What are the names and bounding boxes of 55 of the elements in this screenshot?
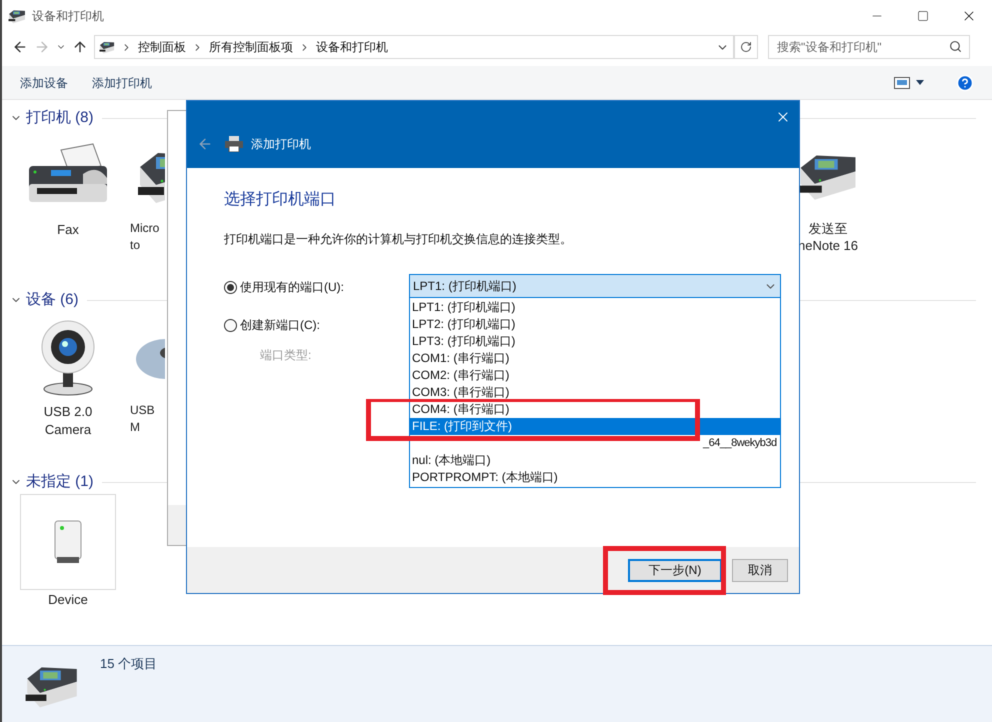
port-option[interactable]: COM4: (串行端口) [410, 401, 780, 418]
port-option[interactable]: COM3: (串行端口) [410, 384, 780, 401]
item-label: 发送至 [808, 220, 848, 237]
device-tile[interactable] [20, 494, 116, 590]
dialog-title: 添加打印机 [251, 136, 311, 153]
dialog-description: 打印机端口是一种允许你的计算机与打印机交换信息的连接类型。 [224, 231, 573, 248]
port-option[interactable]: LPT1: (打印机端口) [410, 299, 780, 316]
port-option[interactable]: COM2: (串行端口) [410, 367, 780, 384]
dialog-heading: 选择打印机端口 [224, 190, 337, 210]
printer-icon [225, 136, 243, 152]
refresh-button[interactable] [734, 35, 758, 59]
radio-button[interactable] [224, 318, 237, 332]
port-select[interactable]: LPT1: (打印机端口) [409, 274, 781, 298]
port-option[interactable]: LPT3: (打印机端口) [410, 333, 780, 350]
item-label: USB 2.0 [44, 403, 92, 420]
item-label: M [130, 419, 141, 436]
breadcrumb[interactable]: 设备和打印机 [316, 38, 388, 56]
group-header[interactable]: 设备 (6) [26, 288, 78, 312]
breadcrumb[interactable]: 所有控制面板项 [209, 38, 293, 56]
help-icon[interactable] [956, 74, 974, 92]
printer-icon [8, 8, 26, 24]
radio-button[interactable] [224, 280, 237, 294]
radio-label[interactable]: 创建新端口(C): [240, 316, 320, 334]
radio-label[interactable]: 使用现有的端口(U): [240, 278, 344, 296]
search-icon [949, 40, 962, 53]
back-icon[interactable] [12, 39, 28, 55]
up-icon[interactable] [72, 39, 88, 55]
port-type-label: 端口类型: [260, 347, 312, 364]
item-count: 15 个项目 [100, 655, 158, 673]
toolbar-button[interactable]: 添加设备 [20, 74, 68, 92]
dialog-button[interactable]: 下一步(N) [628, 558, 722, 582]
port-option[interactable]: PORTPROMPT: (本地端口) [410, 469, 780, 486]
port-option[interactable]: LPT2: (打印机端口) [410, 316, 780, 333]
view-icon[interactable] [894, 76, 910, 88]
item-label: Device [48, 591, 88, 608]
group-header[interactable]: 打印机 (8) [26, 106, 94, 130]
caret-icon[interactable] [916, 80, 924, 85]
group-header[interactable]: 未指定 (1) [26, 470, 94, 494]
printer-icon [99, 40, 115, 54]
search-field[interactable]: 搜索"设备和打印机" [768, 35, 970, 59]
address-bar[interactable]: 控制面板 所有控制面板项 设备和打印机 [94, 35, 734, 59]
port-option[interactable]: nul: (本地端口) [410, 452, 780, 469]
item-label: Fax [57, 221, 79, 238]
port-option[interactable]: _64__8wekyb3d [703, 435, 777, 452]
dialog-button[interactable]: 取消 [732, 558, 788, 582]
item-label: Micro [130, 220, 160, 237]
item-label: Camera [44, 421, 92, 438]
window-title: 设备和打印机 [32, 8, 104, 25]
breadcrumb[interactable]: 控制面板 [138, 38, 186, 56]
item-label: to [130, 237, 142, 254]
toolbar-button[interactable]: 添加打印机 [92, 74, 152, 92]
port-option[interactable]: COM1: (串行端口) [410, 350, 780, 367]
item-label: USB [130, 402, 156, 419]
refresh-icon [740, 41, 752, 53]
port-option[interactable]: FILE: (打印到文件) [410, 418, 780, 435]
